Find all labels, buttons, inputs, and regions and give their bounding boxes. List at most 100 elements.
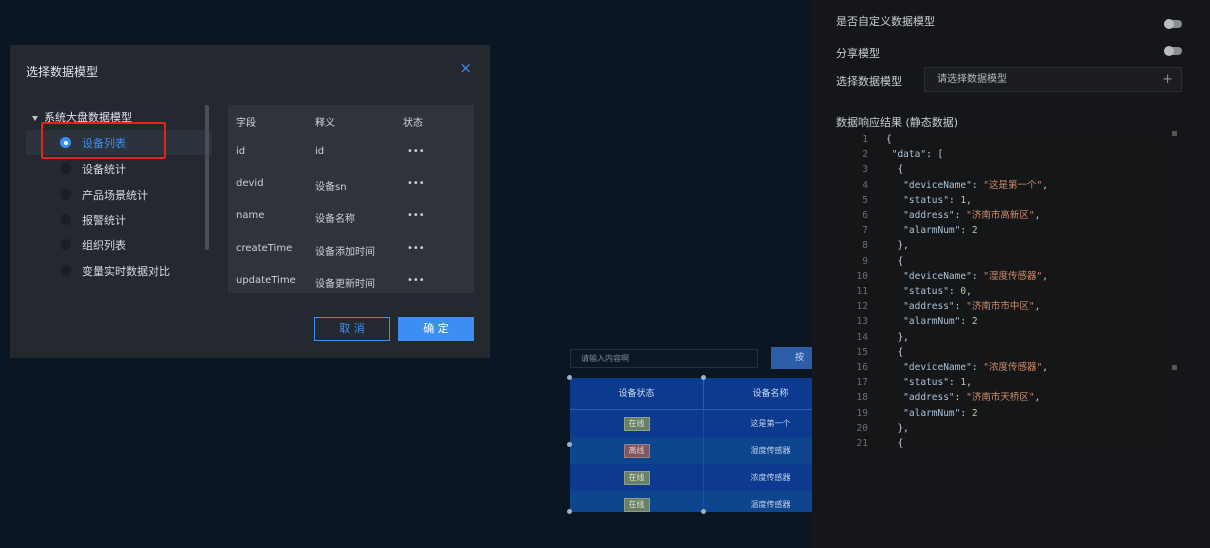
name-cell: 浓度传感器: [704, 464, 812, 491]
field-desc: 设备sn: [315, 182, 347, 193]
line-number: 3: [862, 164, 868, 176]
share-model-toggle[interactable]: [1164, 46, 1182, 56]
header-field: 字段: [236, 118, 256, 129]
status-badge: 在线: [623, 416, 650, 431]
line-number: 17: [856, 377, 868, 389]
code-text: },: [886, 422, 909, 434]
status-cell: 在线: [570, 491, 704, 512]
code-text: {: [886, 346, 904, 358]
field-desc: 设备名称: [315, 214, 355, 225]
tree-item-label: 报警统计: [82, 214, 126, 227]
code-line: 20 },: [838, 421, 1182, 436]
status-badge: 在线: [623, 470, 650, 485]
code-text: "deviceName": "湿度传感器",: [903, 270, 1048, 282]
line-number: 12: [856, 301, 868, 313]
more-icon[interactable]: •••: [407, 243, 425, 254]
search-button[interactable]: 按钮: [771, 347, 812, 369]
code-line: 2 "data": [: [838, 147, 1182, 162]
field-name: name: [236, 210, 265, 221]
code-line: 7 "alarmNum": 2: [838, 223, 1182, 238]
code-text: "alarmNum": 2: [903, 316, 978, 328]
code-text: "address": "济南市高新区",: [903, 210, 1041, 221]
tree-item-org-list[interactable]: 组织列表: [26, 232, 212, 257]
code-line: 5 "status": 1,: [838, 193, 1182, 208]
custom-model-toggle[interactable]: [1164, 19, 1182, 29]
more-icon[interactable]: •••: [407, 146, 425, 157]
json-code-editor[interactable]: 1{2 "data": [3 {4 "deviceName": "这是第一个",…: [838, 130, 1182, 450]
field-row: updateTime 设备更新时间 •••: [228, 266, 474, 298]
cancel-button[interactable]: 取 消: [314, 317, 390, 341]
tree-item-device-stats[interactable]: 设备统计: [26, 156, 212, 181]
line-number: 7: [862, 225, 868, 237]
code-line: 4 "deviceName": "这是第一个",: [838, 178, 1182, 193]
field-desc: id: [315, 146, 325, 157]
dialog-title: 选择数据模型: [26, 65, 99, 79]
radio-icon[interactable]: [60, 214, 71, 225]
resize-handle[interactable]: [701, 509, 706, 514]
code-text: {: [886, 164, 904, 176]
code-line: 13 "alarmNum": 2: [838, 314, 1182, 329]
line-number: 6: [862, 210, 868, 221]
tree-item-product-scene-stats[interactable]: 产品场景统计: [26, 182, 212, 207]
device-table[interactable]: 设备状态 设备名称 在线 这是第一个 离线 湿度传感器 在线 浓度传感器 在线 …: [570, 378, 812, 512]
resize-handle[interactable]: [567, 442, 572, 447]
plus-icon[interactable]: +: [1162, 68, 1173, 91]
code-line: 3 {: [838, 162, 1182, 177]
code-text: "deviceName": "浓度传感器",: [903, 362, 1048, 373]
config-panel: 是否自定义数据模型 分享模型 选择数据模型 请选择数据模型 + 数据响应结果 (…: [812, 0, 1210, 548]
line-number: 15: [856, 346, 868, 358]
code-text: {: [886, 255, 904, 267]
line-number: 8: [862, 240, 868, 252]
tree-scrollbar[interactable]: [205, 105, 209, 250]
line-number: 1: [862, 134, 868, 145]
share-model-label: 分享模型: [836, 47, 880, 60]
code-text: {: [886, 438, 904, 449]
code-text: {: [886, 134, 892, 145]
radio-icon[interactable]: [60, 163, 71, 174]
tree-item-variable-compare[interactable]: 变量实时数据对比: [26, 258, 212, 283]
code-line: 18 "address": "济南市天桥区",: [838, 390, 1182, 405]
line-number: 16: [856, 362, 868, 373]
custom-model-label: 是否自定义数据模型: [836, 15, 935, 28]
select-model-field[interactable]: 请选择数据模型 +: [924, 67, 1182, 92]
search-input[interactable]: 请输入内容啊: [570, 349, 758, 368]
field-table-header: 字段 释义 状态: [228, 105, 474, 137]
field-desc: 设备更新时间: [315, 279, 375, 290]
more-icon[interactable]: •••: [407, 178, 425, 189]
more-icon[interactable]: •••: [407, 210, 425, 221]
line-number: 9: [862, 255, 868, 267]
code-text: "data": [: [891, 149, 944, 161]
caret-down-icon[interactable]: [32, 115, 38, 121]
code-line: 10 "deviceName": "湿度传感器",: [838, 269, 1182, 284]
resize-handle[interactable]: [701, 375, 706, 380]
line-number: 14: [856, 331, 868, 343]
resize-handle[interactable]: [567, 509, 572, 514]
code-line: 11 "status": 0,: [838, 284, 1182, 299]
resize-handle[interactable]: [567, 375, 572, 380]
code-text: "deviceName": "这是第一个",: [903, 179, 1048, 191]
line-number: 11: [856, 286, 868, 297]
field-name: devid: [236, 178, 264, 189]
radio-icon[interactable]: [60, 189, 71, 200]
field-name: createTime: [236, 243, 293, 254]
code-line: 15 {: [838, 345, 1182, 360]
code-text: "address": "济南市市中区",: [903, 301, 1041, 313]
table-row: 在线 浓度传感器: [570, 464, 812, 491]
code-text: "status": 1,: [903, 194, 972, 206]
confirm-button[interactable]: 确 定: [398, 317, 474, 341]
code-text: },: [886, 240, 909, 252]
tree-item-label: 产品场景统计: [82, 189, 148, 202]
tree-item-alarm-stats[interactable]: 报警统计: [26, 207, 212, 232]
line-number: 4: [862, 179, 868, 191]
close-icon[interactable]: ×: [459, 59, 472, 77]
name-cell: 这是第一个: [704, 410, 812, 437]
more-icon[interactable]: •••: [407, 275, 425, 286]
field-row: devid 设备sn •••: [228, 169, 474, 201]
name-cell: 湿度传感器: [704, 437, 812, 464]
status-cell: 离线: [570, 437, 704, 464]
radio-icon[interactable]: [60, 265, 71, 276]
line-number: 5: [862, 194, 868, 206]
tree-item-label: 设备统计: [82, 163, 126, 176]
radio-icon[interactable]: [60, 239, 71, 250]
code-line: 14 },: [838, 330, 1182, 345]
